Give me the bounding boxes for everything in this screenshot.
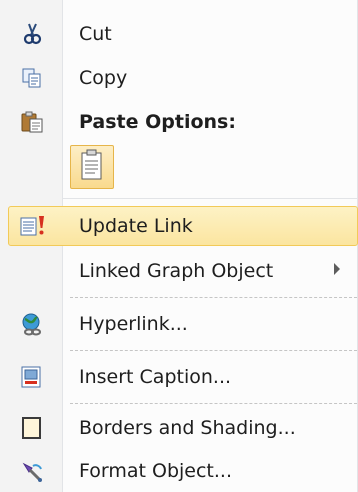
- format-brush-icon: [20, 460, 44, 482]
- separator: [70, 403, 357, 404]
- paste-keep-text-only-button[interactable]: [70, 145, 114, 189]
- menu-item-label: Paste Options:: [79, 111, 236, 133]
- menu-item-linked-graph-object[interactable]: Linked Graph Object: [0, 251, 358, 291]
- separator: [62, 198, 357, 199]
- menu-item-label: Hyperlink...: [79, 313, 188, 335]
- menu-item-format-object[interactable]: Format Object...: [0, 451, 358, 491]
- copy-icon: [20, 67, 44, 89]
- menu-item-label: Cut: [79, 23, 112, 45]
- menu-item-label: Linked Graph Object: [79, 260, 274, 282]
- menu-item-label: Insert Caption...: [79, 366, 232, 388]
- menu-item-label: Format Object...: [79, 460, 232, 482]
- clipboard-icon: [20, 111, 44, 133]
- paste-options-header: Paste Options:: [0, 102, 358, 142]
- update-link-icon: [20, 215, 44, 237]
- globe-link-icon: [20, 313, 44, 336]
- scissors-icon: [20, 23, 44, 45]
- menu-item-update-link[interactable]: Update Link: [0, 206, 358, 246]
- menu-item-label: Update Link: [79, 215, 193, 237]
- border-icon: [20, 417, 44, 439]
- menu-item-copy[interactable]: Copy: [0, 58, 358, 98]
- menu-item-borders-and-shading[interactable]: Borders and Shading...: [0, 408, 358, 448]
- menu-item-cut[interactable]: Cut: [0, 14, 358, 54]
- separator: [70, 297, 357, 298]
- paste-text-only-icon: [81, 149, 102, 180]
- submenu-arrow-icon: [334, 263, 340, 275]
- context-menu: Cut Copy Paste Options: Update Link Link…: [0, 0, 358, 492]
- menu-item-hyperlink[interactable]: Hyperlink...: [0, 304, 358, 344]
- caption-icon: [20, 366, 44, 388]
- menu-item-label: Borders and Shading...: [79, 417, 296, 439]
- menu-item-insert-caption[interactable]: Insert Caption...: [0, 357, 358, 397]
- separator: [70, 350, 357, 351]
- menu-item-label: Copy: [79, 67, 128, 89]
